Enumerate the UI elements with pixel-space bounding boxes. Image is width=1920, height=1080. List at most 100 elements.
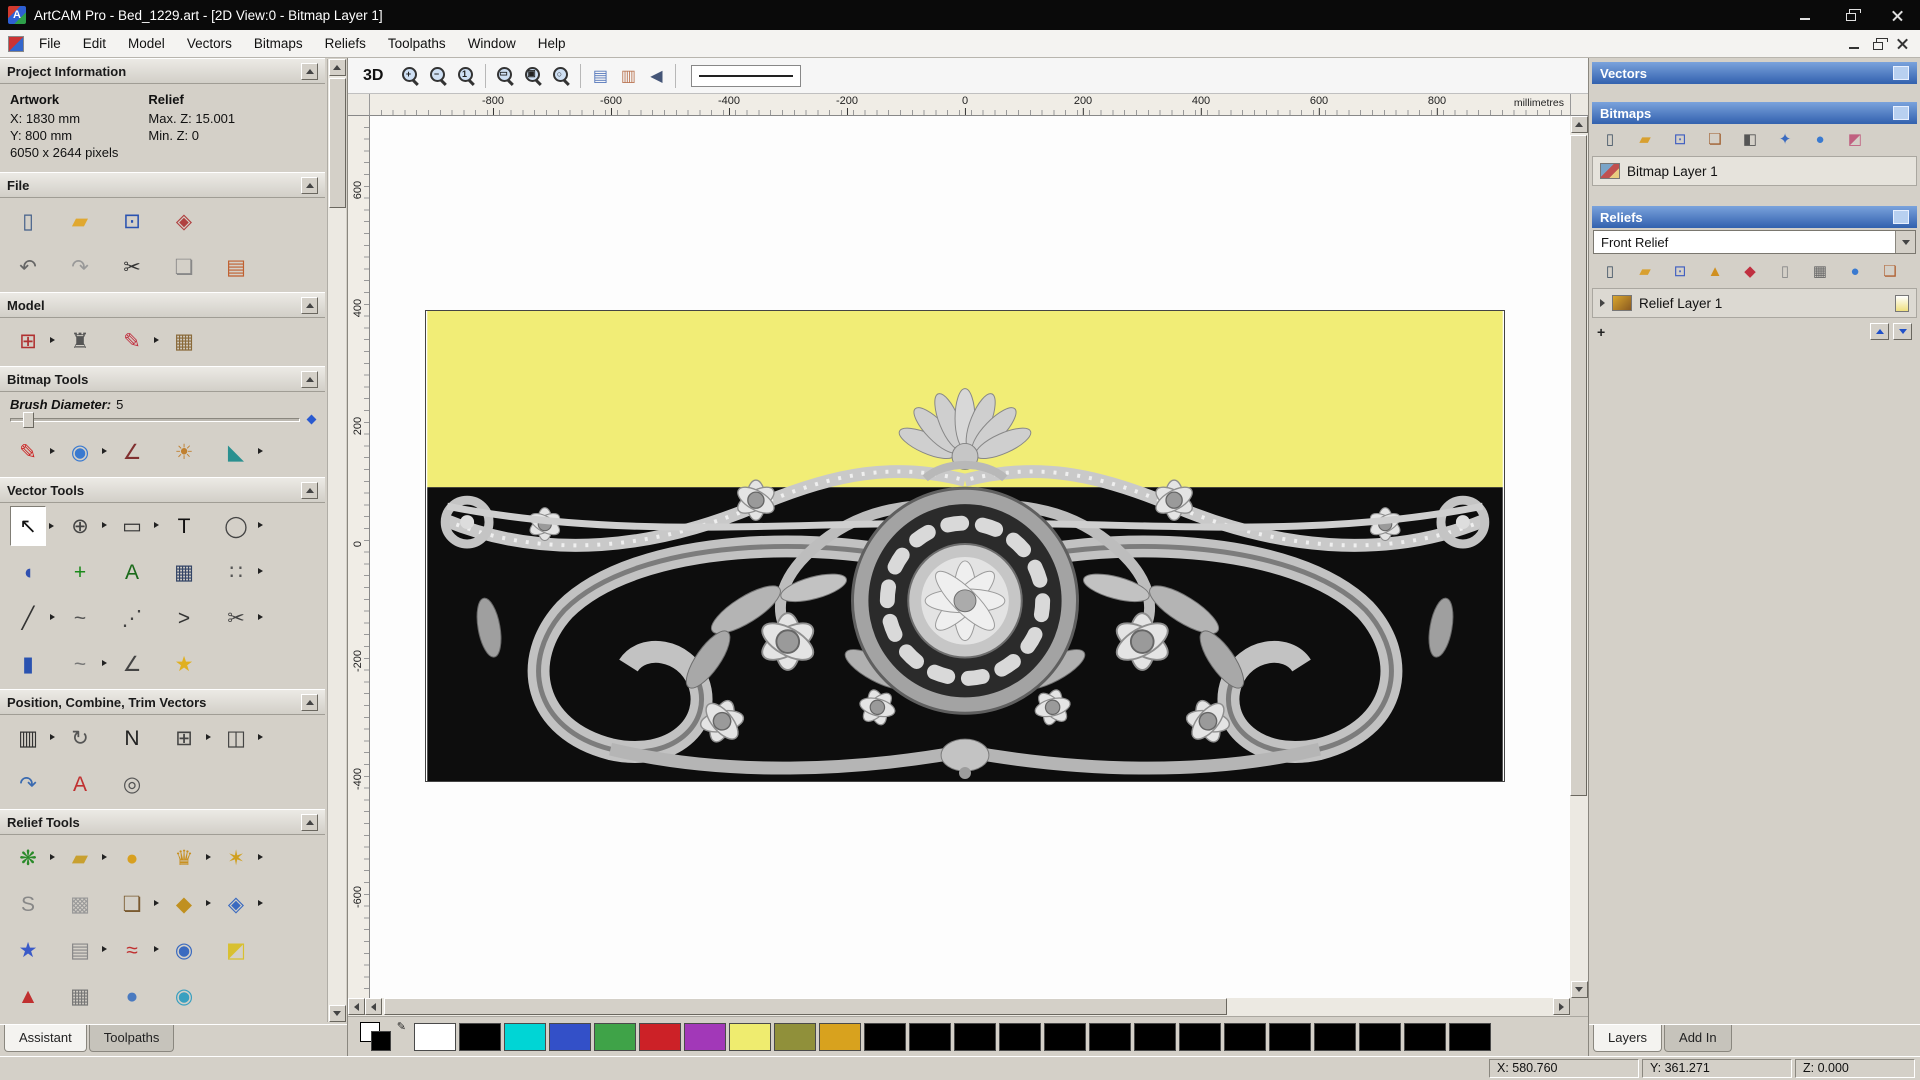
colour-palette-icon[interactable]: ☀ xyxy=(166,432,202,472)
scroll-up-button[interactable] xyxy=(1570,116,1588,133)
menu-toolpaths[interactable]: Toolpaths xyxy=(377,32,457,55)
scroll-thumb[interactable] xyxy=(328,78,346,208)
bitmap-link-icon[interactable]: ✦ xyxy=(1772,127,1798,151)
restore-button[interactable] xyxy=(1866,34,1890,54)
bitmap-colours-icon[interactable]: ◩ xyxy=(1842,127,1868,151)
relief-visibility-icon[interactable] xyxy=(1895,294,1909,312)
rollup-button[interactable] xyxy=(301,176,318,194)
select-vectors-icon[interactable]: ↖ xyxy=(10,506,54,546)
model-border-icon[interactable]: ♜ xyxy=(62,321,98,361)
vector-doctor-icon[interactable]: + xyxy=(62,552,98,592)
tab-layers[interactable]: Layers xyxy=(1593,1025,1663,1052)
zoom-objects-button[interactable]: ○ xyxy=(547,62,575,90)
star-relief-icon[interactable]: ★ xyxy=(10,930,46,970)
nesting-icon[interactable]: N xyxy=(114,718,150,758)
palette-swatch-10[interactable] xyxy=(864,1022,906,1051)
palette-swatch-11[interactable] xyxy=(909,1022,951,1051)
slider-thumb[interactable] xyxy=(22,411,34,428)
palette-swatch-7[interactable] xyxy=(729,1022,771,1051)
grid-relief-icon[interactable]: ▦ xyxy=(62,976,98,1016)
envelope-distort-flyout-icon[interactable] xyxy=(102,946,107,952)
emboss-relief-flyout-icon[interactable] xyxy=(258,854,263,860)
expander-icon[interactable] xyxy=(1600,299,1605,307)
restore-button[interactable] xyxy=(1828,0,1874,30)
bitmaps-panel-header[interactable]: Bitmaps xyxy=(1592,102,1917,124)
menu-reliefs[interactable]: Reliefs xyxy=(314,32,377,55)
fit-arcs-icon[interactable]: ~ xyxy=(62,644,107,684)
smooth-relief-icon[interactable]: ▰ xyxy=(62,838,107,878)
fan-relief-flyout-icon[interactable] xyxy=(154,946,159,952)
paste-array-icon[interactable]: ⊞ xyxy=(166,718,211,758)
copy-icon[interactable]: ❏ xyxy=(166,247,202,287)
lock-relief-icon[interactable]: ◈ xyxy=(218,884,263,924)
zoom-out-button[interactable]: − xyxy=(424,62,452,90)
sphere-relief-icon[interactable]: ● xyxy=(114,976,150,1016)
scroll-up-button[interactable] xyxy=(328,59,346,76)
menu-vectors[interactable]: Vectors xyxy=(176,32,243,55)
flood-fill-icon[interactable]: ◣ xyxy=(218,432,263,472)
relief-cone-icon[interactable]: ▲ xyxy=(1702,259,1728,283)
export-model-icon[interactable]: ◈ xyxy=(166,201,202,241)
zoom-1to1-button[interactable]: 1 xyxy=(452,62,480,90)
relief-duplicate-icon[interactable]: ❏ xyxy=(1877,259,1903,283)
vertical-scrollbar[interactable] xyxy=(1570,116,1588,998)
palette-swatch-14[interactable] xyxy=(1044,1022,1086,1051)
bitmap-contrast-icon[interactable]: ◧ xyxy=(1737,127,1763,151)
palette-swatch-18[interactable] xyxy=(1224,1022,1266,1051)
tab-assistant[interactable]: Assistant xyxy=(4,1025,87,1052)
menu-bitmaps[interactable]: Bitmaps xyxy=(243,32,314,55)
save-bitmap-icon[interactable]: ⊡ xyxy=(1667,127,1693,151)
palette-swatch-17[interactable] xyxy=(1179,1022,1221,1051)
create-polyline-icon[interactable]: ╱ xyxy=(10,598,55,638)
paint-brush-icon[interactable]: ✎ xyxy=(10,432,55,472)
texture-relief-flyout-icon[interactable] xyxy=(206,854,211,860)
create-arc-icon[interactable]: > xyxy=(166,598,202,638)
relief-selector-combo[interactable]: Front Relief xyxy=(1593,230,1916,254)
combo-dropdown-button[interactable] xyxy=(1895,231,1915,253)
scroll-down-button[interactable] xyxy=(1570,981,1588,998)
palette-swatch-2[interactable] xyxy=(504,1022,546,1051)
bitmap-sphere-icon[interactable]: ● xyxy=(1807,127,1833,151)
palette-swatch-5[interactable] xyxy=(639,1022,681,1051)
mold-relief-icon[interactable]: ◆ xyxy=(166,884,211,924)
brush-diameter-slider[interactable] xyxy=(10,411,300,428)
reliefs-panel-options-icon[interactable] xyxy=(1893,210,1909,224)
reliefs-panel-header[interactable]: Reliefs xyxy=(1592,206,1917,228)
primary-secondary-colour-indicator[interactable]: ✎ xyxy=(358,1020,408,1054)
palette-swatch-22[interactable] xyxy=(1404,1022,1446,1051)
relief-library-flyout-icon[interactable] xyxy=(154,900,159,906)
new-model-icon[interactable]: ▯ xyxy=(10,201,46,241)
weld-vectors-flyout-icon[interactable] xyxy=(258,734,263,740)
canvas-2d-view[interactable] xyxy=(370,116,1570,998)
text-in-box-icon[interactable]: A xyxy=(114,552,150,592)
palette-swatch-8[interactable] xyxy=(774,1022,816,1051)
menu-help[interactable]: Help xyxy=(527,32,577,55)
create-rectangle-icon[interactable]: ▭ xyxy=(114,506,159,546)
model-texture-icon[interactable]: ▦ xyxy=(166,321,202,361)
palette-swatch-0[interactable] xyxy=(414,1022,456,1051)
block-copy-icon[interactable]: ▥ xyxy=(10,718,55,758)
set-model-size-flyout-icon[interactable] xyxy=(50,337,55,343)
angle-relief-icon[interactable]: ◩ xyxy=(218,930,254,970)
palette-swatch-3[interactable] xyxy=(549,1022,591,1051)
flood-fill-flyout-icon[interactable] xyxy=(258,448,263,454)
create-cylinder-icon[interactable]: ▮ xyxy=(10,644,46,684)
select-vectors-flyout-icon[interactable] xyxy=(49,523,54,529)
zoom-in-button[interactable]: + xyxy=(396,62,424,90)
palette-swatch-21[interactable] xyxy=(1359,1022,1401,1051)
set-model-size-icon[interactable]: ⊞ xyxy=(10,321,55,361)
weave-relief-icon[interactable]: ▩ xyxy=(62,884,98,924)
bitmaps-panel-options-icon[interactable] xyxy=(1893,106,1909,120)
bitmap-layer-item[interactable]: Bitmap Layer 1 xyxy=(1592,156,1917,186)
fit-arcs-flyout-icon[interactable] xyxy=(102,660,107,666)
relief-sphere-icon[interactable]: ● xyxy=(1842,259,1868,283)
paste-on-curve-icon[interactable]: A xyxy=(62,764,98,804)
save-model-icon[interactable]: ⊡ xyxy=(114,201,150,241)
snap-points-icon[interactable]: ∷ xyxy=(218,552,263,592)
merge-bitmap-icon[interactable]: ❏ xyxy=(1702,127,1728,151)
wave-relief-icon[interactable]: ◉ xyxy=(166,976,202,1016)
trim-vector-icon[interactable]: ✂ xyxy=(218,598,263,638)
menu-model[interactable]: Model xyxy=(117,32,176,55)
shape-editor-flyout-icon[interactable] xyxy=(50,854,55,860)
lock-relief-flyout-icon[interactable] xyxy=(258,900,263,906)
